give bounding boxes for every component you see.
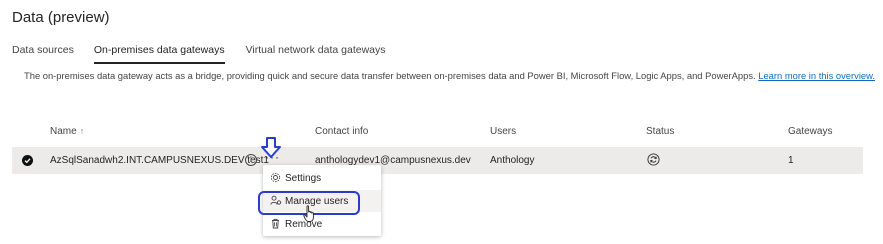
description: The on-premises data gateway acts as a b…	[24, 70, 875, 81]
manage-users-icon	[270, 195, 282, 209]
tab-virtual-network-data-gateways[interactable]: Virtual network data gateways	[246, 44, 386, 64]
info-icon[interactable]: i	[245, 154, 257, 166]
table-row[interactable]: AzSqlSanadwh2.INT.CAMPUSNEXUS.DEV test1 …	[12, 147, 863, 174]
column-header-users[interactable]: Users	[490, 126, 516, 137]
column-header-status[interactable]: Status	[646, 126, 674, 137]
sort-ascending-icon: ↑	[79, 126, 85, 136]
description-text: The on-premises data gateway acts as a b…	[24, 70, 759, 81]
tab-bar: Data sources On-premises data gateways V…	[12, 44, 386, 64]
column-header-name[interactable]: Name ↑	[50, 126, 84, 137]
tab-data-sources[interactable]: Data sources	[12, 44, 74, 64]
tab-on-premises-data-gateways[interactable]: On-premises data gateways	[93, 44, 225, 64]
menu-item-remove[interactable]: Remove	[263, 213, 381, 235]
gateway-name[interactable]: AzSqlSanadwh2.INT.CAMPUSNEXUS.DEV test1	[50, 155, 269, 166]
gear-icon	[270, 172, 281, 186]
menu-item-settings-label: Settings	[285, 173, 322, 184]
page: Data (preview) Data sources On-premises …	[0, 0, 883, 244]
gateways-count: 1	[788, 155, 794, 166]
hand-pointer-cursor-icon	[303, 205, 314, 222]
trash-icon	[270, 218, 281, 232]
menu-item-settings[interactable]: Settings	[263, 167, 381, 189]
users-value: Anthology	[490, 155, 535, 166]
column-header-name-label: Name	[50, 126, 77, 137]
learn-more-link[interactable]: Learn more in this overview.	[758, 70, 875, 81]
column-header-gateways[interactable]: Gateways	[788, 126, 832, 137]
menu-item-manage-users[interactable]: Manage users	[263, 190, 381, 212]
refresh-status-icon[interactable]	[647, 153, 660, 169]
column-header-contact[interactable]: Contact info	[315, 126, 368, 137]
table-header: Name ↑ Contact info Users Status Gateways	[0, 126, 883, 140]
annotation-down-arrow-icon	[261, 137, 281, 158]
context-menu: Settings Manage users Remove	[263, 165, 381, 236]
page-title: Data (preview)	[12, 9, 110, 26]
row-selected-checkmark-icon[interactable]	[22, 155, 33, 166]
